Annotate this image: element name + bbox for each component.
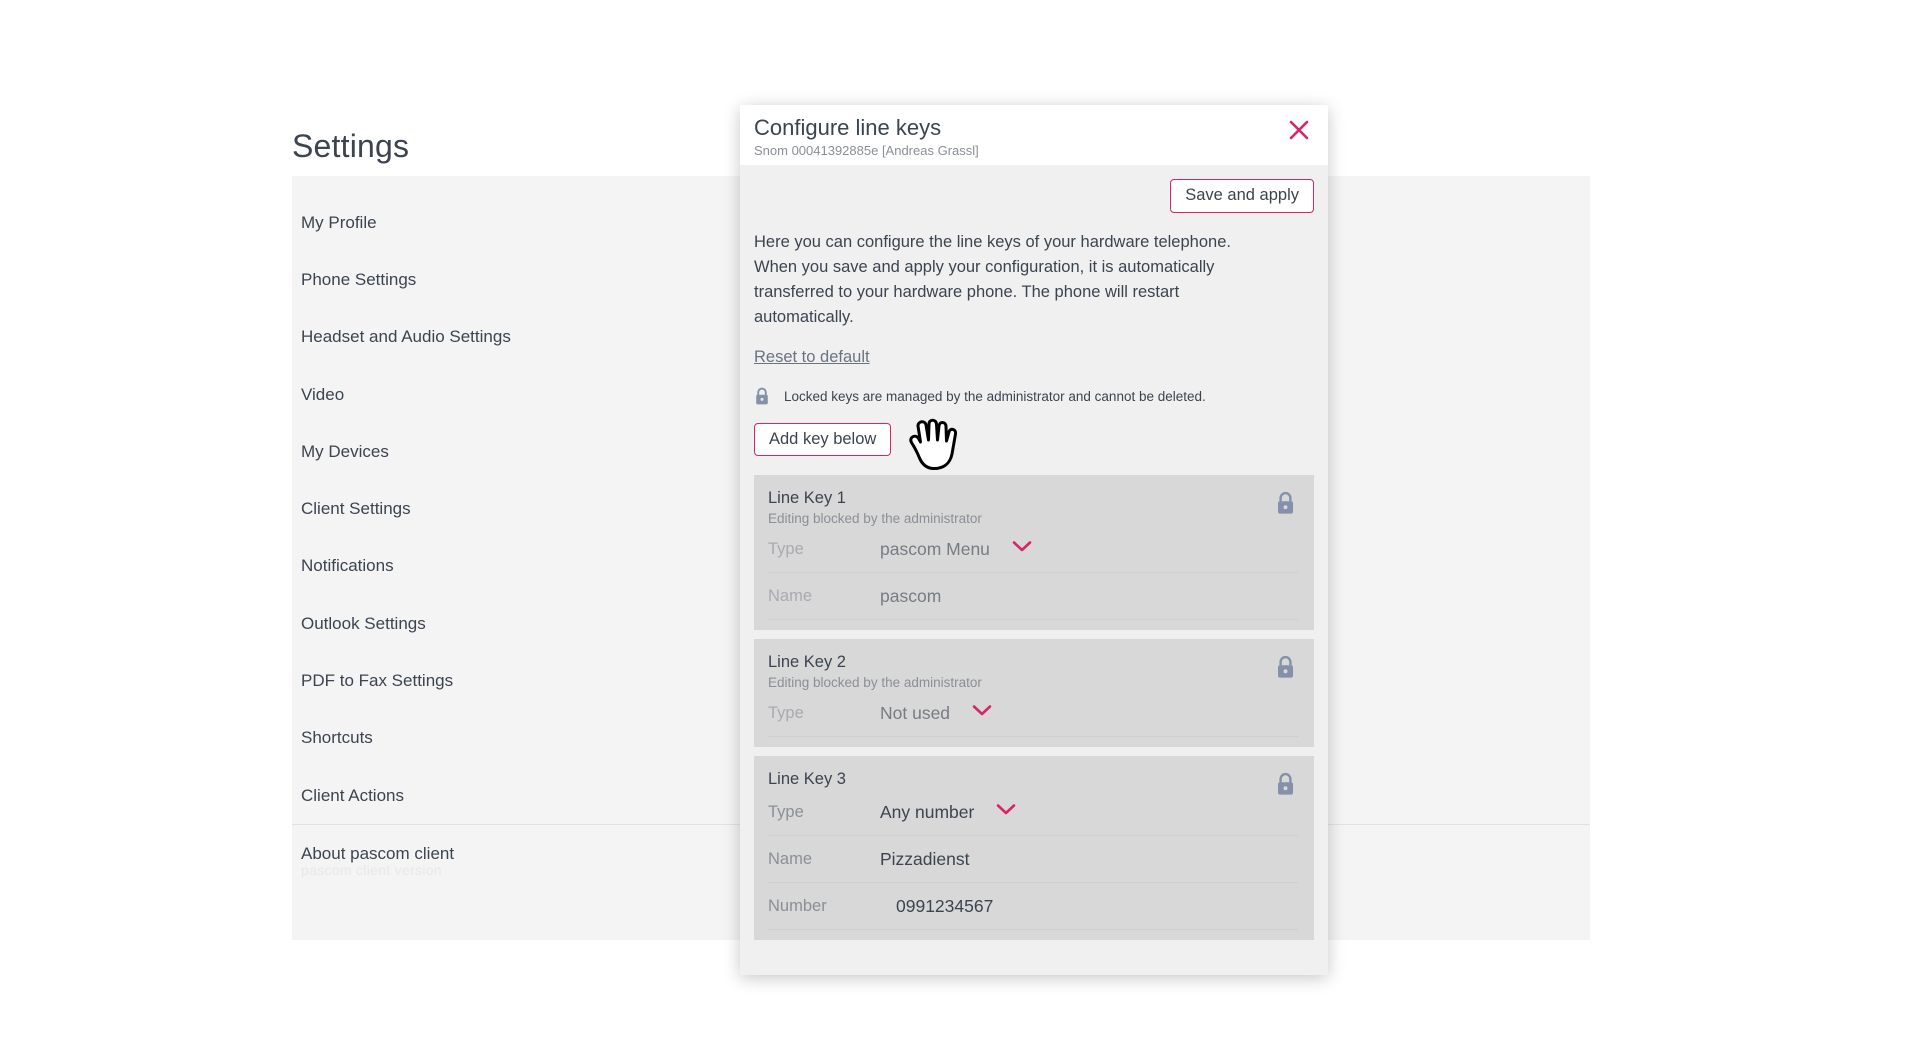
lock-icon: [1275, 772, 1296, 797]
line-key-blocked-note: Editing blocked by the administrator: [768, 675, 982, 690]
field-value[interactable]: 0991234567: [880, 896, 993, 917]
line-key-title: Line Key 1: [768, 489, 846, 507]
field-label: Type: [768, 802, 804, 821]
locked-keys-note-text: Locked keys are managed by the administr…: [784, 388, 1206, 404]
chevron-down-icon[interactable]: [972, 704, 992, 722]
line-key-field-row: Type pascom Menu: [768, 526, 1298, 573]
field-label: Number: [768, 896, 827, 915]
field-label: Type: [768, 539, 804, 558]
line-key-field-row: Name pascom: [768, 573, 1298, 620]
line-key-card: Line Key 3 Type Any number Name Pizzadienst N…: [754, 756, 1314, 940]
field-label: Name: [768, 586, 813, 605]
field-label: Type: [768, 703, 804, 722]
lock-icon: [754, 387, 770, 406]
add-key-below-button[interactable]: Add key below: [754, 422, 892, 456]
close-icon[interactable]: [1286, 117, 1312, 143]
dialog-subtitle: Snom 00041392885e [Andreas Grassl]: [754, 143, 979, 158]
configure-line-keys-dialog: Configure line keys Snom 00041392885e [A…: [740, 105, 1328, 975]
sidebar-item-label: Outlook Settings: [301, 613, 426, 633]
save-and-apply-button[interactable]: Save and apply: [1170, 179, 1314, 213]
line-key-field-row: Name Pizzadienst: [768, 836, 1298, 883]
line-key-card: Line Key 2 Editing blocked by the adminis…: [754, 639, 1314, 747]
locked-keys-note: Locked keys are managed by the administr…: [754, 387, 1314, 406]
add-key-row: Add key below: [754, 422, 1314, 456]
lock-icon: [1275, 491, 1296, 516]
sidebar-item-label: Headset and Audio Settings: [301, 327, 511, 347]
field-select-value[interactable]: Any number: [880, 802, 974, 823]
line-key-blocked-note: Editing blocked by the administrator: [768, 511, 982, 526]
line-key-field-row: Type Any number: [768, 789, 1298, 836]
line-key-list: Line Key 1 Editing blocked by the adminis…: [754, 475, 1314, 940]
field-label: Name: [768, 849, 813, 868]
dialog-title: Configure line keys: [754, 115, 942, 140]
line-key-field-row: Number 0991234567: [768, 883, 1298, 930]
dialog-intro-text: Here you can configure the line keys of …: [754, 232, 1231, 326]
screen: Settings My Profile Phone Settings Headset…: [0, 0, 1920, 1040]
page-title: Settings: [292, 128, 410, 164]
sidebar-item-label: Phone Settings: [301, 269, 417, 289]
line-key-card: Line Key 1 Editing blocked by the adminis…: [754, 475, 1314, 630]
chevron-down-icon[interactable]: [1012, 540, 1032, 558]
line-key-title: Line Key 2: [768, 653, 846, 671]
sidebar-item-label: Notifications: [301, 556, 394, 576]
lock-icon: [1275, 655, 1296, 680]
sidebar-item-label: Client Actions: [301, 785, 404, 805]
sidebar-item-label: My Devices: [301, 441, 389, 461]
sidebar-item-label: About pascom client: [301, 843, 455, 863]
about-version-text: pascom client version: [301, 862, 442, 878]
sidebar-item-label: Video: [301, 384, 345, 404]
save-row: Save and apply: [754, 179, 1314, 213]
dialog-header: Configure line keys Snom 00041392885e [A…: [740, 105, 1328, 165]
field-value[interactable]: pascom: [880, 586, 941, 607]
dialog-body: Save and apply Here you can configure th…: [740, 165, 1328, 940]
sidebar-item-label: Shortcuts: [301, 728, 373, 748]
line-key-field-row: Type Not used: [768, 690, 1298, 737]
line-key-title: Line Key 3: [768, 770, 846, 788]
reset-to-default-link[interactable]: Reset to default: [754, 348, 870, 367]
field-value[interactable]: Pizzadienst: [880, 849, 970, 870]
sidebar-item-label: Client Settings: [301, 499, 411, 519]
sidebar-item-label: PDF to Fax Settings: [301, 671, 454, 691]
chevron-down-icon[interactable]: [996, 803, 1016, 821]
sidebar-item-label: My Profile: [301, 212, 377, 232]
field-select-value[interactable]: Not used: [880, 703, 950, 724]
field-select-value[interactable]: pascom Menu: [880, 539, 990, 560]
